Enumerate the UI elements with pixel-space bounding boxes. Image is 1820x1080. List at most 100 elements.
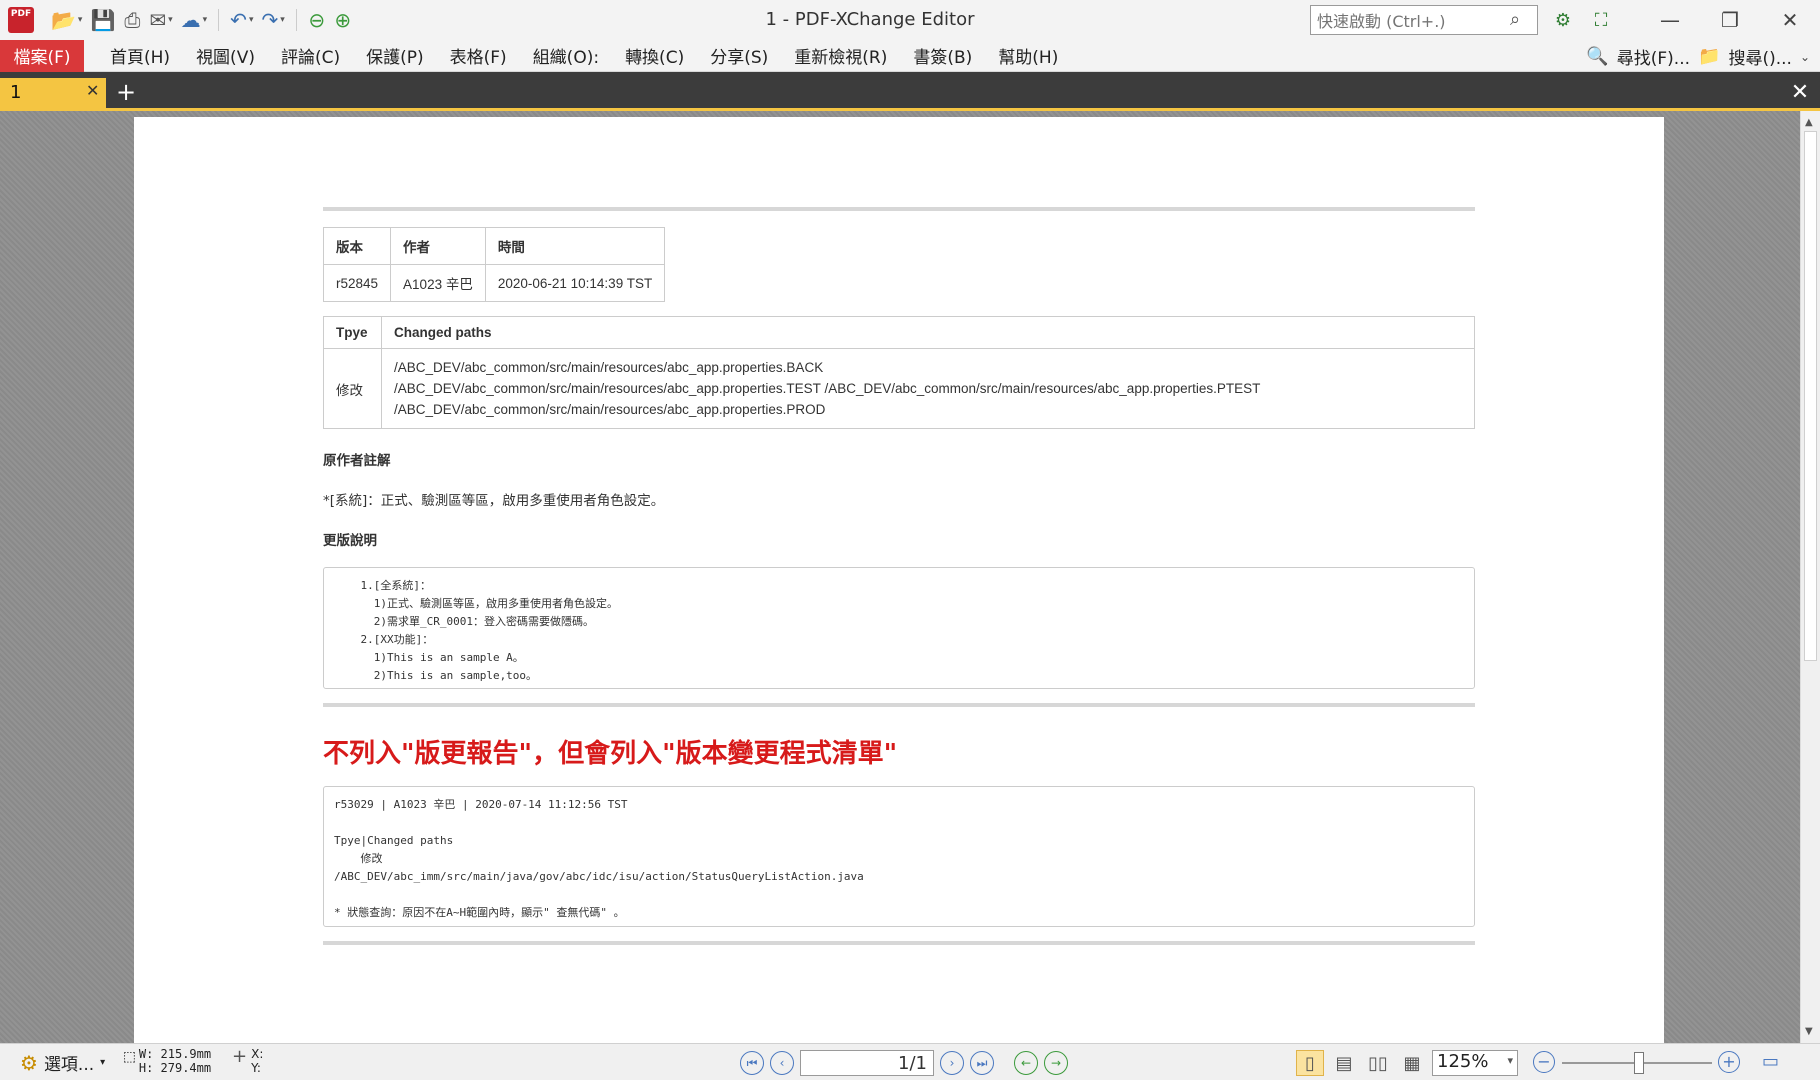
- document-tab-label: 1: [10, 82, 22, 103]
- scroll-up-icon[interactable]: ▲: [1805, 117, 1813, 128]
- previous-view-icon[interactable]: ←: [1014, 1051, 1038, 1075]
- new-tab-icon[interactable]: +: [112, 78, 140, 106]
- undo-icon[interactable]: ↶: [227, 6, 256, 34]
- cursor-y: Y:: [251, 1061, 261, 1075]
- scroll-thumb[interactable]: [1804, 131, 1817, 661]
- log-box: r53029 | A1023 辛巴 | 2020-07-14 11:12:56 …: [323, 786, 1475, 927]
- log-line: 修改: [334, 852, 383, 865]
- menu-review[interactable]: 重新檢視(R): [794, 43, 887, 68]
- menu-share[interactable]: 分享(S): [710, 43, 768, 68]
- find-button[interactable]: 尋找(F)...: [1617, 44, 1690, 69]
- document-tab[interactable]: 1 ✕: [0, 78, 106, 110]
- menu-form[interactable]: 表格(F): [450, 43, 507, 68]
- divider: [323, 703, 1475, 707]
- window-controls: — ❐ ✕: [1640, 0, 1820, 40]
- cell-paths: /ABC_DEV/abc_common/src/main/resources/a…: [381, 348, 1475, 429]
- gear-icon: ⚙: [20, 1050, 38, 1075]
- changelog-line: 2)This is an sample,too。: [334, 669, 538, 682]
- title-bar: PDF 📂 💾 ⎙ ✉ ☁ ↶ ↷ ⊖ ⊕ 1 - PDF-XChange Ed…: [0, 0, 1820, 40]
- app-logo[interactable]: PDF: [8, 7, 34, 33]
- next-page-icon[interactable]: ›: [940, 1051, 964, 1075]
- zoom-out-icon[interactable]: −: [1533, 1051, 1555, 1073]
- zoom-select[interactable]: 125%: [1432, 1050, 1518, 1076]
- facing-icon[interactable]: ▯▯: [1364, 1050, 1392, 1076]
- search-button[interactable]: 搜尋()...: [1728, 44, 1791, 69]
- quick-launch-input[interactable]: [1310, 5, 1538, 35]
- page-height: H: 279.4mm: [138, 1061, 212, 1075]
- close-document-icon[interactable]: ✕: [1786, 78, 1814, 106]
- changelog-title: 更版說明: [323, 533, 377, 549]
- title-tools: ⚙ ⛶: [1548, 6, 1616, 34]
- changelog-line: 1)正式、驗測區等區，啟用多重使用者角色設定。: [334, 597, 618, 610]
- next-view-icon[interactable]: →: [1044, 1051, 1068, 1075]
- menu-right-tools: 🔍 尋找(F)... 📁 搜尋()... ⌄: [1586, 44, 1810, 69]
- path-line: /ABC_DEV/abc_common/src/main/resources/a…: [394, 360, 824, 375]
- find-icon[interactable]: 🔍: [1586, 46, 1608, 67]
- header-time: 時間: [484, 227, 666, 265]
- header-version: 版本: [322, 227, 392, 265]
- vertical-scrollbar[interactable]: ▲ ▼: [1800, 111, 1820, 1043]
- full-screen-icon[interactable]: ⛶: [1586, 6, 1616, 34]
- last-page-icon[interactable]: ⏭: [970, 1051, 994, 1075]
- zoom-slider-thumb[interactable]: [1634, 1052, 1644, 1074]
- log-line: * 狀態查詢：原因不在A~H範圍內時，顯示" 查無代碼" 。: [334, 906, 625, 919]
- menu-convert[interactable]: 轉換(C): [625, 43, 684, 68]
- status-bar: ⚙ 選項... ▾ ⬚ W: 215.9mm H: 279.4mm + X: Y…: [0, 1043, 1820, 1080]
- divider: [323, 207, 1475, 211]
- page-number-input[interactable]: [800, 1050, 934, 1076]
- options-label: 選項...: [43, 1055, 95, 1075]
- previous-page-icon[interactable]: ‹: [770, 1051, 794, 1075]
- back-icon[interactable]: ⊖: [305, 6, 329, 34]
- page-width: W: 215.9mm: [138, 1047, 212, 1061]
- tab-close-icon[interactable]: ✕: [86, 81, 99, 100]
- close-icon[interactable]: ✕: [1760, 0, 1820, 40]
- forward-icon[interactable]: ⊕: [331, 6, 355, 34]
- single-page-icon[interactable]: ▯: [1296, 1050, 1324, 1076]
- customize-ui-icon[interactable]: ⚙: [1548, 6, 1578, 34]
- log-line: r53029 | A1023 辛巴 | 2020-07-14 11:12:56 …: [334, 798, 628, 811]
- menu-bar: 檔案(F) 首頁(H) 視圖(V) 評論(C) 保護(P) 表格(F) 組織(O…: [0, 39, 1820, 72]
- ribbon-expand-icon[interactable]: ⌄: [1800, 50, 1810, 64]
- minimize-icon[interactable]: —: [1640, 0, 1700, 40]
- revision-table: 版本 作者 時間 r52845 A1023 辛巴 2020-06-21 10:1…: [322, 227, 666, 302]
- print-icon[interactable]: ⎙: [120, 6, 144, 34]
- scroll-down-icon[interactable]: ▼: [1805, 1026, 1813, 1037]
- menu-bookmarks[interactable]: 書簽(B): [913, 43, 972, 68]
- zoom-in-icon[interactable]: +: [1718, 1051, 1740, 1073]
- author-note-text: *[系統]：正式、驗測區等區，啟用多重使用者角色設定。: [323, 493, 665, 509]
- menu-organize[interactable]: 組織(O):: [533, 43, 599, 68]
- page-dimensions: ⬚ W: 215.9mm H: 279.4mm: [124, 1047, 211, 1075]
- changelog-line: 2)需求單_CR_0001：登入密碼需要做隱碼。: [334, 615, 594, 628]
- log-line: /ABC_DEV/abc_imm/src/main/java/gov/abc/i…: [334, 870, 864, 883]
- menu-view[interactable]: 視圖(V): [196, 43, 255, 68]
- page-content: 版本 作者 時間 r52845 A1023 辛巴 2020-06-21 10:1…: [322, 207, 1475, 945]
- email-icon[interactable]: ✉: [146, 6, 175, 34]
- page-navigation: ⏮ ‹ › ⏭ ← →: [740, 1050, 1068, 1076]
- facing-continuous-icon[interactable]: ▦: [1398, 1050, 1426, 1076]
- search-folder-icon[interactable]: 📁: [1698, 46, 1720, 67]
- pdf-page[interactable]: 版本 作者 時間 r52845 A1023 辛巴 2020-06-21 10:1…: [134, 117, 1664, 1043]
- menu-home[interactable]: 首頁(H): [110, 43, 170, 68]
- cursor-coordinates: + X: Y:: [232, 1047, 263, 1075]
- menu-help[interactable]: 幫助(H): [998, 43, 1058, 68]
- path-line: /ABC_DEV/abc_common/src/main/resources/a…: [394, 381, 1261, 396]
- author-note-title: 原作者註解: [323, 453, 391, 469]
- fit-width-icon[interactable]: ▭: [1762, 1051, 1779, 1072]
- restore-icon[interactable]: ❐: [1700, 0, 1760, 40]
- search-icon[interactable]: ⌕: [1510, 9, 1520, 30]
- continuous-icon[interactable]: ▤: [1330, 1050, 1358, 1076]
- first-page-icon[interactable]: ⏮: [740, 1051, 764, 1075]
- changelog-box: 1.[全系統]： 1)正式、驗測區等區，啟用多重使用者角色設定。 2)需求單_C…: [323, 567, 1475, 689]
- changed-paths-table: Tpye Changed paths 修改 /ABC_DEV/abc_commo…: [323, 316, 1475, 429]
- menu-protect[interactable]: 保護(P): [366, 43, 424, 68]
- table-row: r52845 A1023 辛巴 2020-06-21 10:14:39 TST: [322, 264, 666, 302]
- save-icon[interactable]: 💾: [87, 6, 118, 34]
- menu-file[interactable]: 檔案(F): [0, 39, 84, 72]
- open-folder-icon[interactable]: 📂: [48, 6, 85, 34]
- options-button[interactable]: ⚙ 選項... ▾: [20, 1050, 105, 1076]
- menu-comment[interactable]: 評論(C): [281, 43, 340, 68]
- scanner-icon[interactable]: ☁: [178, 6, 211, 34]
- redo-icon[interactable]: ↷: [258, 6, 287, 34]
